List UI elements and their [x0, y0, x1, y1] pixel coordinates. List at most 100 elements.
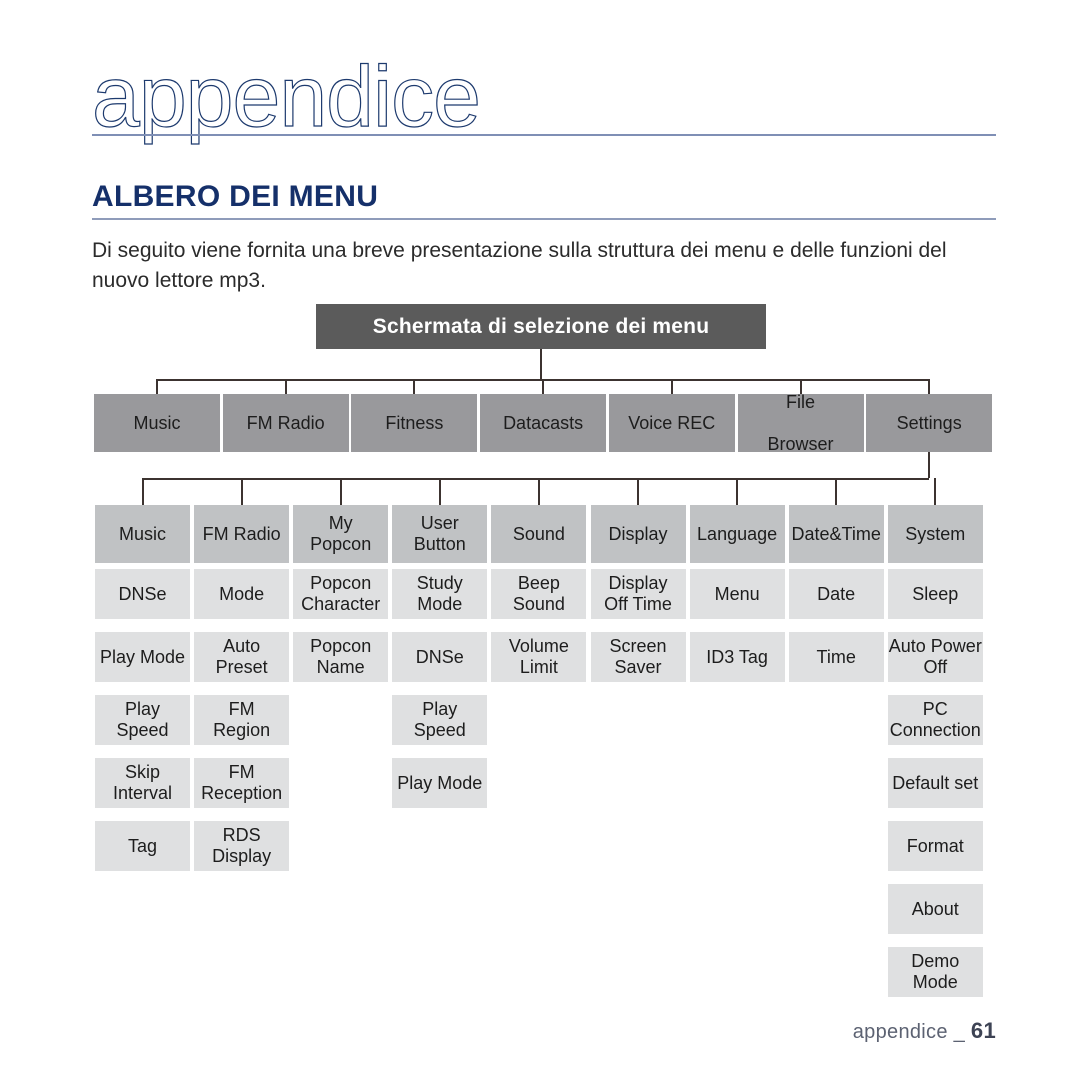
node-label-line: Tag: [127, 835, 158, 856]
menu-tree-diagram: Schermata di selezione dei menu Music FM …: [0, 0, 1080, 1080]
connector-line-vertical: [537, 478, 540, 505]
tree-level3-node: Auto Power Off: [887, 632, 983, 682]
node-label-line: Sound: [512, 523, 565, 544]
tree-level3-node: DNSe: [392, 632, 488, 682]
node-label-line: System: [905, 523, 966, 544]
node-label-line: Interval: [112, 783, 173, 803]
connector-line-horizontal: [142, 478, 930, 480]
connector-line-vertical: [540, 349, 542, 379]
node-label-line: Auto Power: [888, 636, 982, 656]
tree-level3-node: FM Region: [194, 695, 290, 745]
node-label-line: Mode: [219, 583, 265, 604]
node-label-line: Study: [416, 573, 463, 593]
node-label-line: Off: [923, 657, 948, 677]
tree-level3-node: ID3 Tag: [689, 632, 785, 682]
tree-level3-node: Popcon Name: [293, 632, 389, 682]
tree-level2-node: Display: [590, 505, 686, 563]
node-label-line: Sleep: [912, 583, 959, 604]
tree-level3-node: Default set: [887, 758, 983, 808]
tree-level1-node: FM Radio: [222, 394, 349, 452]
tree-level3-node: Play Mode: [392, 758, 488, 808]
tree-level3-node: Sleep: [887, 569, 983, 619]
footer-page-number: 61: [970, 1018, 996, 1043]
connector-line-vertical: [339, 478, 342, 505]
node-label-line: Play Mode: [397, 772, 483, 793]
node-label-line: Popcon: [310, 573, 372, 593]
connector-line-vertical: [413, 379, 416, 394]
node-label-line: Connection: [889, 720, 981, 740]
tree-root-node: Schermata di selezione dei menu: [316, 304, 766, 349]
footer-separator: _: [953, 1021, 966, 1043]
node-label-line: Region: [213, 720, 271, 740]
tree-level2-node: Language: [689, 505, 785, 563]
node-label-line: FM: [228, 699, 255, 719]
node-label-line: Popcon: [310, 534, 372, 554]
node-label-line: Popcon: [310, 636, 372, 656]
tree-level3-node: Mode: [194, 569, 290, 619]
tree-level3-node: Time: [788, 632, 884, 682]
node-label-line: DNSe: [415, 646, 464, 667]
connector-line-vertical: [736, 478, 739, 505]
node-label-line: Fitness: [385, 412, 444, 433]
node-label-line: Beep: [517, 573, 560, 593]
node-label-line: Default set: [892, 772, 979, 793]
tree-level3-node: Volume Limit: [491, 632, 587, 682]
connector-line-vertical: [934, 478, 937, 505]
connector-line-vertical: [284, 379, 287, 394]
node-label-line: Music: [118, 523, 166, 544]
tree-level3-node: DNSe: [95, 569, 190, 619]
node-label-line: File: [785, 391, 815, 412]
tree-level1-node: Voice REC: [608, 394, 735, 452]
tree-level3-node: Display Off Time: [590, 569, 686, 619]
node-label-line: Play: [422, 699, 458, 719]
tree-level3-node: Beep Sound: [491, 569, 587, 619]
tree-level2-node: Sound: [491, 505, 587, 563]
node-label-line: Speed: [116, 720, 169, 740]
connector-line-vertical: [156, 379, 158, 394]
node-label-line: FM Radio: [246, 412, 325, 433]
node-label-line: Play: [124, 699, 160, 719]
tree-level2-node: FM Radio: [194, 505, 290, 563]
tree-level3-node: About: [887, 884, 983, 934]
tree-level3-node: Auto Preset: [194, 632, 290, 682]
tree-level2-node: System: [887, 505, 983, 563]
node-label-line: Display: [608, 523, 668, 544]
node-label-line: Browser: [767, 433, 834, 454]
tree-level2-node: My Popcon: [293, 505, 389, 563]
node-label-line: Volume: [508, 636, 569, 656]
node-label-line: Screen: [609, 636, 667, 656]
tree-level1-node: Fitness: [351, 394, 478, 452]
node-label-line: Play Mode: [99, 646, 186, 667]
node-label-line: PC: [922, 699, 948, 719]
node-label-line: Time: [816, 646, 856, 667]
tree-level2-node: Music: [95, 505, 190, 563]
node-label-line: FM: [228, 762, 255, 782]
tree-level3-node: Study Mode: [392, 569, 488, 619]
tree-level3-node: Play Speed: [392, 695, 488, 745]
connector-line-vertical: [928, 452, 931, 478]
node-label-line: Reception: [201, 783, 283, 803]
connector-line-vertical: [637, 478, 639, 505]
node-label-line: Voice REC: [628, 412, 716, 433]
tree-level1-node: Settings: [866, 394, 993, 452]
node-label-line: Date&Time: [791, 523, 881, 544]
tree-level2-node: User Button: [392, 505, 488, 563]
tree-level2-node: Date&Time: [788, 505, 884, 563]
node-label-line: Mode: [417, 594, 463, 614]
connector-line-vertical: [670, 379, 673, 394]
tree-level3-node: Play Mode: [95, 632, 190, 682]
node-label-line: About: [911, 898, 959, 919]
node-label-line: Saver: [614, 657, 662, 677]
node-label-line: Off Time: [604, 594, 672, 614]
page-footer: appendice _ 61: [853, 1018, 996, 1044]
tree-level3-node: Demo Mode: [887, 947, 983, 997]
tree-level3-node: Screen Saver: [590, 632, 686, 682]
node-label-line: Skip: [124, 762, 160, 782]
node-label-line: Mode: [912, 972, 958, 992]
connector-line-vertical: [928, 379, 931, 394]
tree-level3-node: RDS Display: [194, 821, 290, 871]
tree-level3-node: Tag: [95, 821, 190, 871]
node-label-line: Date: [817, 583, 856, 604]
node-label-line: Auto: [223, 636, 261, 656]
node-label-line: Sound: [512, 594, 565, 614]
